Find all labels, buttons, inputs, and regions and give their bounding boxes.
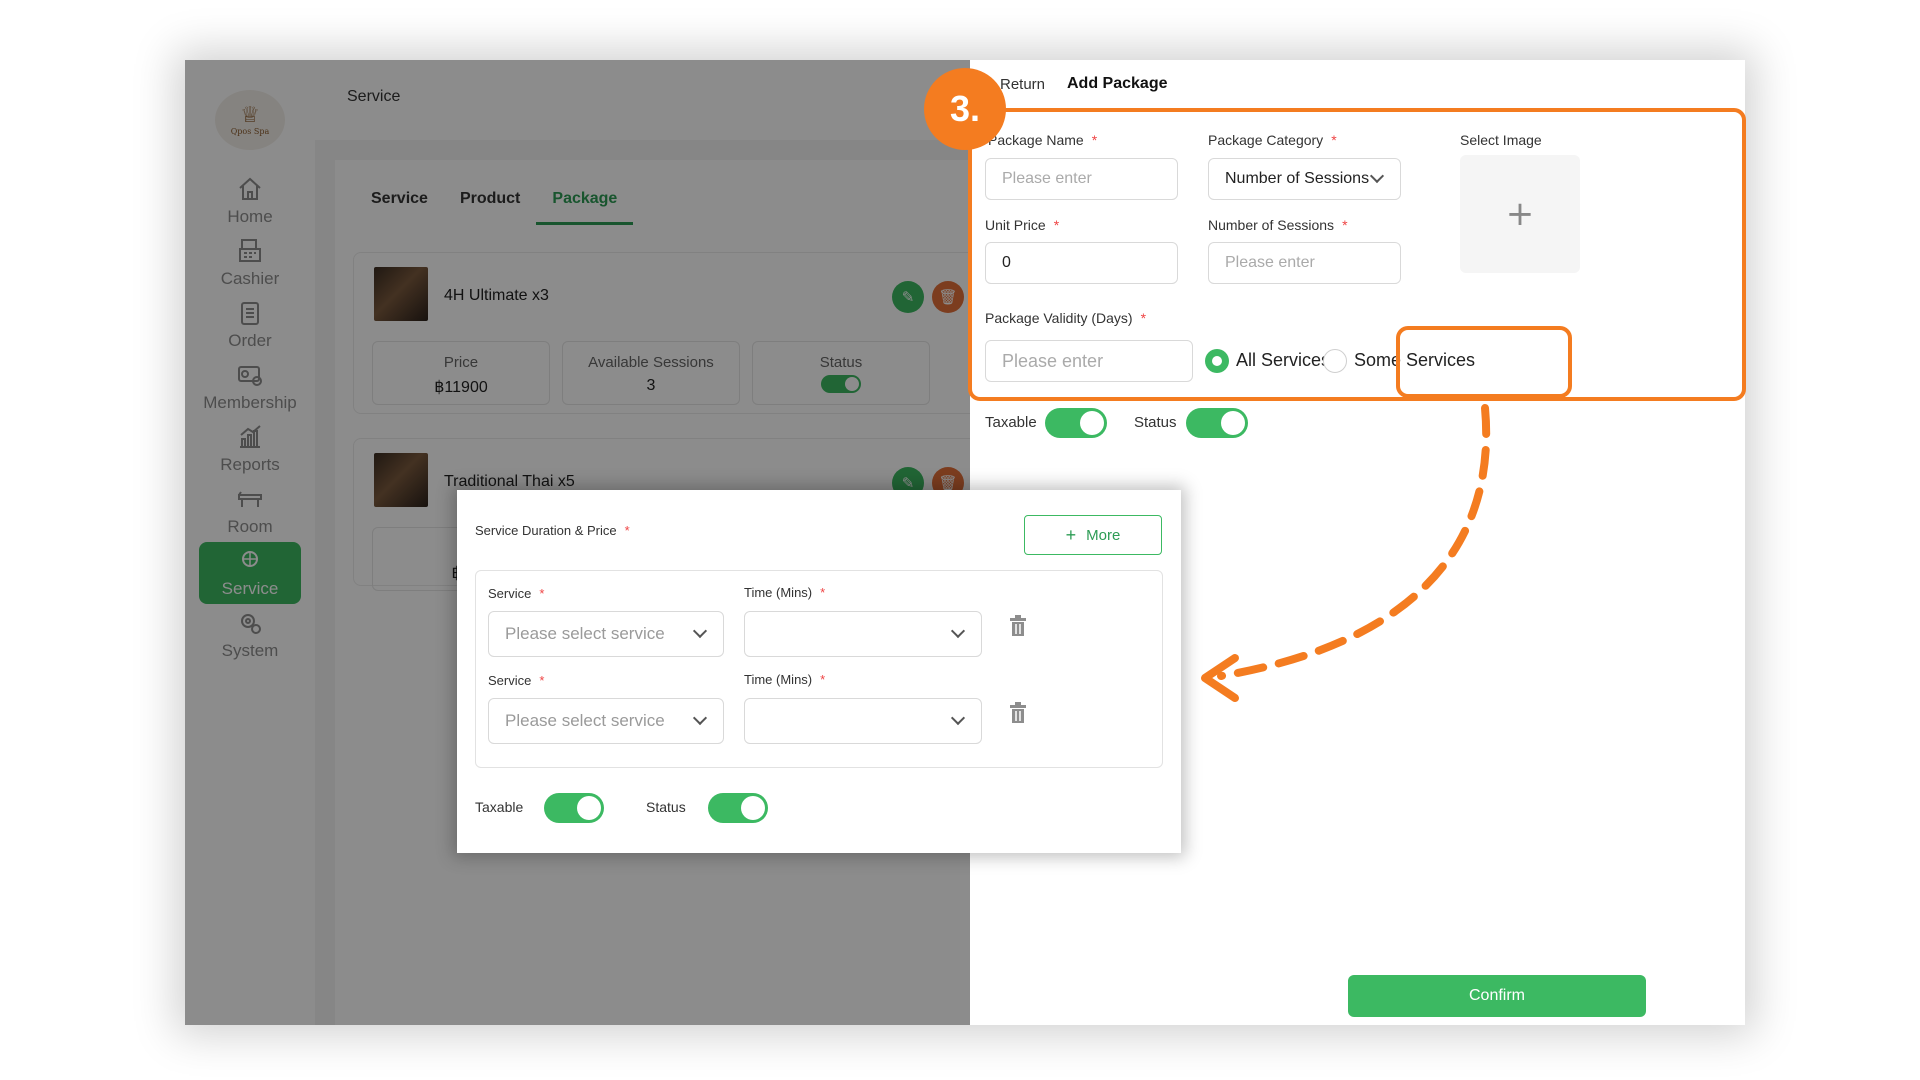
drawer-title: Add Package (1067, 75, 1168, 92)
more-button[interactable]: + More (1024, 515, 1162, 555)
chevron-down-icon (692, 710, 708, 726)
form-highlight-box (968, 108, 1746, 401)
required-mark: * (539, 673, 545, 688)
label-text: Time (Mins) (744, 585, 813, 600)
required-mark: * (624, 523, 630, 538)
label-text: Time (Mins) (744, 672, 813, 687)
placeholder-text: Please select service (505, 624, 665, 643)
required-mark: * (820, 672, 826, 687)
dashed-arrow-icon (1201, 404, 1491, 702)
trash-icon[interactable] (1009, 615, 1027, 637)
service-label: Service * (488, 673, 544, 688)
confirm-button[interactable]: Confirm (1348, 975, 1646, 1017)
service-select[interactable]: Please select service (488, 698, 724, 744)
chevron-down-icon (950, 623, 966, 639)
time-label: Time (Mins) * (744, 672, 825, 687)
chevron-down-icon (692, 623, 708, 639)
service-duration-label: Service Duration & Price * (475, 523, 630, 538)
time-select[interactable] (744, 611, 982, 657)
required-mark: * (820, 585, 826, 600)
taxable-label: Taxable (475, 799, 524, 815)
service-duration-panel: Service Duration & Price * + More Service *… (457, 490, 1181, 853)
more-label: More (1086, 526, 1121, 544)
service-select[interactable]: Please select service (488, 611, 724, 657)
taxable-toggle[interactable] (544, 793, 604, 823)
service-label: Service * (488, 586, 544, 601)
return-link[interactable]: Return (1000, 76, 1045, 93)
label-text: Service Duration & Price (475, 523, 617, 538)
status-toggle[interactable] (708, 793, 768, 823)
service-rows-box: Service * Please select service Time (Min… (475, 570, 1163, 768)
screenshot-stage: ♕ Qpos Spa Home Cashier Order Membership (0, 0, 1920, 1080)
some-services-highlight-box (1396, 326, 1572, 398)
plus-icon: + (1065, 524, 1077, 545)
required-mark: * (539, 586, 545, 601)
time-label: Time (Mins) * (744, 585, 825, 600)
taxable-toggle[interactable] (1045, 408, 1107, 438)
placeholder-text: Please select service (505, 711, 665, 730)
taxable-label: Taxable (985, 414, 1037, 431)
label-text: Service (488, 586, 532, 601)
status-label: Status (646, 799, 686, 815)
step-badge: 3. (924, 68, 1006, 150)
status-label: Status (1134, 414, 1177, 431)
trash-icon[interactable] (1009, 702, 1027, 724)
chevron-down-icon (950, 710, 966, 726)
time-select[interactable] (744, 698, 982, 744)
label-text: Service (488, 673, 532, 688)
